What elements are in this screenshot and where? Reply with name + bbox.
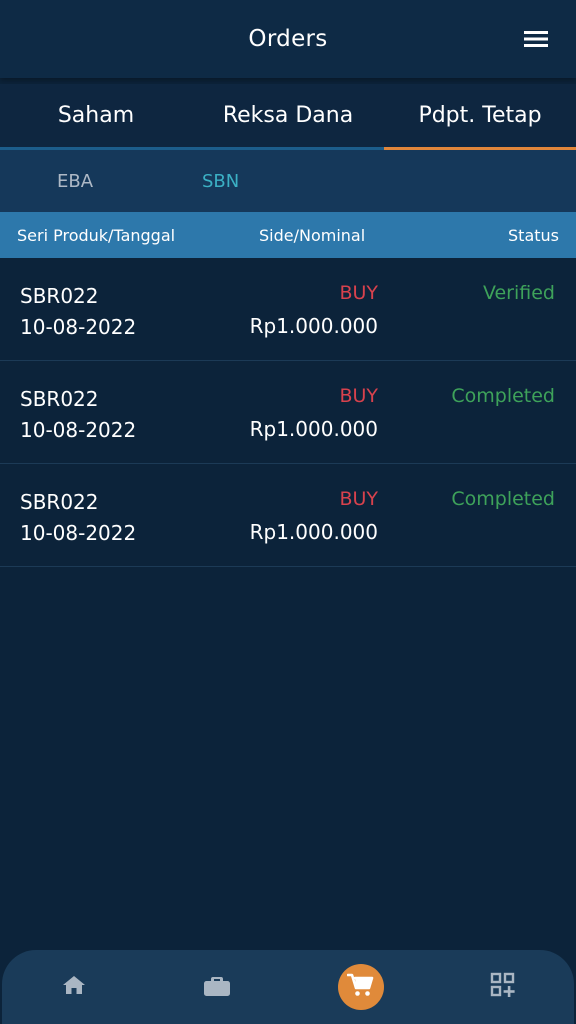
table-header: Seri Produk/Tanggal Side/Nominal Status: [0, 212, 576, 258]
order-side: BUY: [339, 385, 378, 407]
column-header-side-nominal: Side/Nominal: [259, 225, 366, 245]
page-title: Orders: [248, 26, 328, 52]
order-row[interactable]: SBR022 10-08-2022 BUY Rp1.000.000 Comple…: [0, 464, 576, 567]
nav-orders[interactable]: [331, 950, 391, 1024]
order-side: BUY: [339, 488, 378, 510]
orders-screen: Orders Saham Reksa Dana Pdpt. Tetap EBA …: [0, 0, 576, 1024]
tab-saham[interactable]: Saham: [0, 84, 192, 150]
order-status: Completed: [451, 385, 555, 407]
order-side: BUY: [339, 282, 378, 304]
order-status: Verified: [482, 282, 555, 304]
order-status: Completed: [451, 488, 555, 510]
order-date: 10-08-2022: [20, 315, 137, 339]
order-row[interactable]: SBR022 10-08-2022 BUY Rp1.000.000 Verifi…: [0, 258, 576, 361]
shopping-cart-icon: [346, 972, 375, 1002]
order-row[interactable]: SBR022 10-08-2022 BUY Rp1.000.000 Comple…: [0, 361, 576, 464]
orders-list: SBR022 10-08-2022 BUY Rp1.000.000 Verifi…: [0, 258, 576, 567]
briefcase-icon: [203, 973, 231, 1001]
orders-active-indicator: [338, 964, 384, 1010]
nav-more[interactable]: [473, 950, 533, 1024]
subtab-sbn[interactable]: SBN: [202, 171, 239, 192]
order-date: 10-08-2022: [20, 418, 137, 442]
product-code: SBR022: [20, 490, 99, 514]
subtab-eba[interactable]: EBA: [57, 171, 93, 192]
order-nominal: Rp1.000.000: [249, 314, 378, 338]
product-code: SBR022: [20, 387, 99, 411]
nav-home[interactable]: [44, 950, 104, 1024]
tab-label: Saham: [57, 103, 135, 128]
order-date: 10-08-2022: [20, 521, 137, 545]
apps-add-icon: [490, 972, 516, 1002]
app-header: Orders: [0, 0, 576, 78]
tab-label: Reksa Dana: [222, 103, 354, 128]
bottom-navigation: [2, 950, 574, 1024]
column-header-product-date: Seri Produk/Tanggal: [17, 225, 176, 245]
column-header-status: Status: [508, 225, 559, 245]
order-nominal: Rp1.000.000: [249, 520, 378, 544]
tab-reksa-dana[interactable]: Reksa Dana: [192, 84, 384, 150]
home-icon: [61, 973, 87, 1001]
tab-pdpt-tetap[interactable]: Pdpt. Tetap: [384, 84, 576, 150]
product-code: SBR022: [20, 284, 99, 308]
sub-tabs: EBA SBN: [0, 150, 576, 212]
nav-portfolio[interactable]: [187, 950, 247, 1024]
main-tabs: Saham Reksa Dana Pdpt. Tetap: [0, 84, 576, 150]
order-nominal: Rp1.000.000: [249, 417, 378, 441]
hamburger-menu-icon[interactable]: [524, 29, 548, 49]
tab-label: Pdpt. Tetap: [418, 103, 542, 128]
